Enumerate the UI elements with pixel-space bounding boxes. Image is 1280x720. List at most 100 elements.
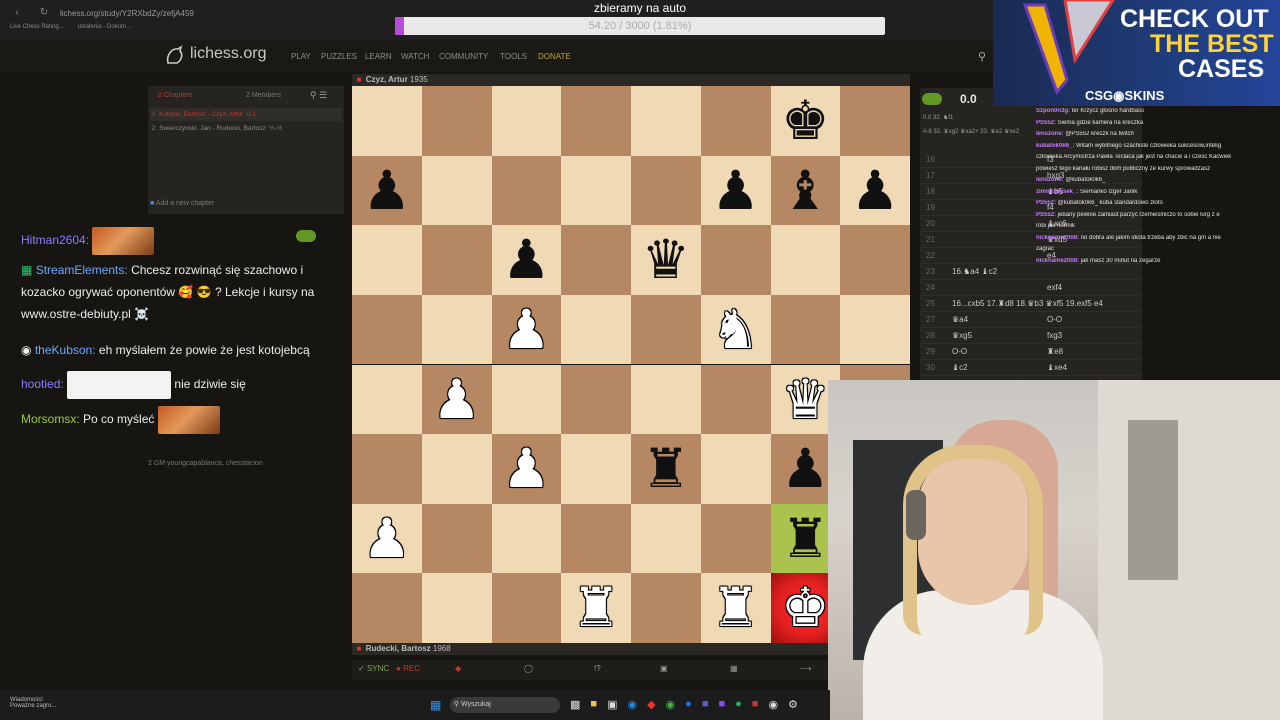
move-row[interactable]: 30 ♝c2 ♝xe4 <box>920 360 1142 376</box>
square-h6[interactable] <box>840 225 910 295</box>
square-a1[interactable] <box>352 573 422 643</box>
square-c8[interactable] <box>491 86 562 156</box>
move-row[interactable]: 27 ♛a4 O-O <box>920 312 1142 328</box>
chapter-item[interactable]: 2 Swierczynski, Jan - Rudecki, Bartosz ½… <box>150 122 342 135</box>
move-white[interactable]: ♛a4 <box>952 312 1047 327</box>
square-h8[interactable] <box>840 86 910 156</box>
windows-icon[interactable]: ▦ <box>430 698 441 712</box>
square-b6[interactable] <box>421 225 492 295</box>
square-c7[interactable] <box>491 155 562 226</box>
image-icon[interactable]: ▣ <box>660 664 668 673</box>
nav-tools[interactable]: TOOLS <box>500 52 527 61</box>
address-bar[interactable]: lichess.org/study/Y2RXbdZy/zefjA459 <box>60 6 390 22</box>
move-white[interactable]: ♛xg5 <box>952 328 1047 343</box>
square-f2[interactable] <box>700 503 771 574</box>
chess-piece[interactable]: ♜ <box>561 573 631 643</box>
grid-icon[interactable]: ▦ <box>730 664 738 673</box>
square-d2[interactable] <box>561 503 631 574</box>
back-icon[interactable]: ‹ <box>10 6 24 20</box>
square-b7[interactable] <box>421 155 492 226</box>
square-g5[interactable] <box>770 294 841 365</box>
folder-icon[interactable]: ■ <box>590 698 597 711</box>
engine-toggle[interactable] <box>922 93 942 105</box>
player-name[interactable]: Rudecki, Bartosz <box>366 644 431 653</box>
square-f6[interactable] <box>700 225 771 295</box>
taskview-icon[interactable]: ▩ <box>570 698 580 711</box>
square-c1[interactable] <box>491 573 562 643</box>
chrome-icon[interactable]: ◉ <box>666 698 676 711</box>
chess-piece[interactable]: ♟ <box>352 156 422 226</box>
chess-piece[interactable]: ♝ <box>771 156 841 226</box>
chess-piece[interactable]: ♞ <box>701 295 771 365</box>
square-e4[interactable] <box>631 364 701 435</box>
nav-learn[interactable]: LEARN <box>365 52 392 61</box>
chess-piece[interactable]: ♟ <box>492 434 562 504</box>
app-icon[interactable]: ◆ <box>647 698 655 711</box>
square-c4[interactable] <box>491 364 562 435</box>
obs-icon[interactable]: ■ <box>752 698 759 711</box>
square-b1[interactable] <box>421 573 492 643</box>
square-e7[interactable] <box>631 155 701 226</box>
square-f4[interactable] <box>700 364 771 435</box>
square-b2[interactable] <box>421 503 492 574</box>
teams-icon[interactable]: ■ <box>702 698 709 711</box>
move-black[interactable]: ♝xe4 <box>1047 363 1067 372</box>
square-d3[interactable] <box>561 434 631 504</box>
square-d7[interactable] <box>561 155 631 226</box>
notification[interactable]: Wiadomości Poważne zagro... <box>10 697 56 709</box>
square-a5[interactable] <box>352 294 422 365</box>
square-g6[interactable] <box>770 225 841 295</box>
square-d6[interactable] <box>561 225 631 295</box>
square-f8[interactable] <box>700 86 771 156</box>
move-white[interactable]: 16.♞a4 ♝c2 <box>952 264 1047 279</box>
edge-icon[interactable]: ◉ <box>627 698 637 711</box>
chess-piece[interactable]: ♟ <box>422 365 492 435</box>
toggle-switch[interactable] <box>296 230 316 242</box>
comment-icon[interactable]: ◯ <box>524 664 533 673</box>
square-d4[interactable] <box>561 364 631 435</box>
nav-watch[interactable]: WATCH <box>401 52 429 61</box>
move-white[interactable]: 16...cxb5 17.♜d8 18.♛b3 ♛xf5 19.exf5 e4 <box>952 296 1103 311</box>
chess-piece[interactable]: ♚ <box>771 86 841 156</box>
player-name[interactable]: Czyz, Artur <box>366 75 408 84</box>
nav-donate[interactable]: DONATE <box>538 52 571 61</box>
facebook-icon[interactable]: ● <box>685 698 692 711</box>
square-d8[interactable] <box>561 86 631 156</box>
chessboard[interactable]: ♚ ♟ ♟ ♝ ♟ ♟ ♛ ♟ ♞ ♟ ♛ ♟ ♜ ♟ ♟ ♜ ♜ ♜ ♚ <box>352 86 910 643</box>
lichess-logo-text[interactable]: lichess.org <box>190 45 266 63</box>
square-a4[interactable] <box>352 364 422 435</box>
square-b8[interactable] <box>421 86 492 156</box>
sync-button[interactable]: ✓ SYNC <box>358 664 389 673</box>
square-e1[interactable] <box>631 573 701 643</box>
chess-piece[interactable]: ♟ <box>352 504 422 574</box>
tag-icon[interactable]: ◆ <box>455 664 461 673</box>
move-white[interactable]: O-O <box>952 344 1047 359</box>
move-white[interactable]: ♝c2 <box>952 360 1047 375</box>
square-a6[interactable] <box>352 225 422 295</box>
square-d5[interactable] <box>561 294 631 365</box>
move-black[interactable]: exf4 <box>1047 283 1062 292</box>
chess-piece[interactable]: ♜ <box>701 573 771 643</box>
add-chapter-button[interactable]: ■ Add a new chapter <box>150 200 214 207</box>
chess-piece[interactable]: ♟ <box>701 156 771 226</box>
twitch-icon[interactable]: ■ <box>718 698 725 711</box>
chess-piece[interactable]: ♜ <box>631 434 701 504</box>
rec-button[interactable]: ● REC <box>396 664 420 673</box>
tab-chapters[interactable]: 2 Chapters <box>158 92 192 99</box>
tray-icon[interactable]: ◉ <box>768 698 778 711</box>
spotify-icon[interactable]: ● <box>735 698 742 711</box>
square-e2[interactable] <box>631 503 701 574</box>
square-a3[interactable] <box>352 434 422 504</box>
chess-piece[interactable]: ♟ <box>492 225 562 295</box>
study-search-icon[interactable]: ⚲ ☰ <box>310 90 327 101</box>
nav-community[interactable]: COMMUNITY <box>439 52 488 61</box>
chess-piece[interactable]: ♟ <box>840 156 910 226</box>
glyph-icon[interactable]: !? <box>594 664 601 673</box>
move-row[interactable]: 29 O-O ♜e8 <box>920 344 1142 360</box>
bookmark-item[interactable]: ustalenia - Dokum... <box>78 24 131 36</box>
square-c2[interactable] <box>491 503 562 574</box>
chess-piece[interactable]: ♛ <box>631 225 701 295</box>
chapter-item[interactable]: 1 Kubicki, Bartosz - Czyz, Artur 0-1 <box>150 108 342 121</box>
move-black[interactable]: O-O <box>1047 315 1062 324</box>
tab-members[interactable]: 2 Members <box>246 92 281 99</box>
